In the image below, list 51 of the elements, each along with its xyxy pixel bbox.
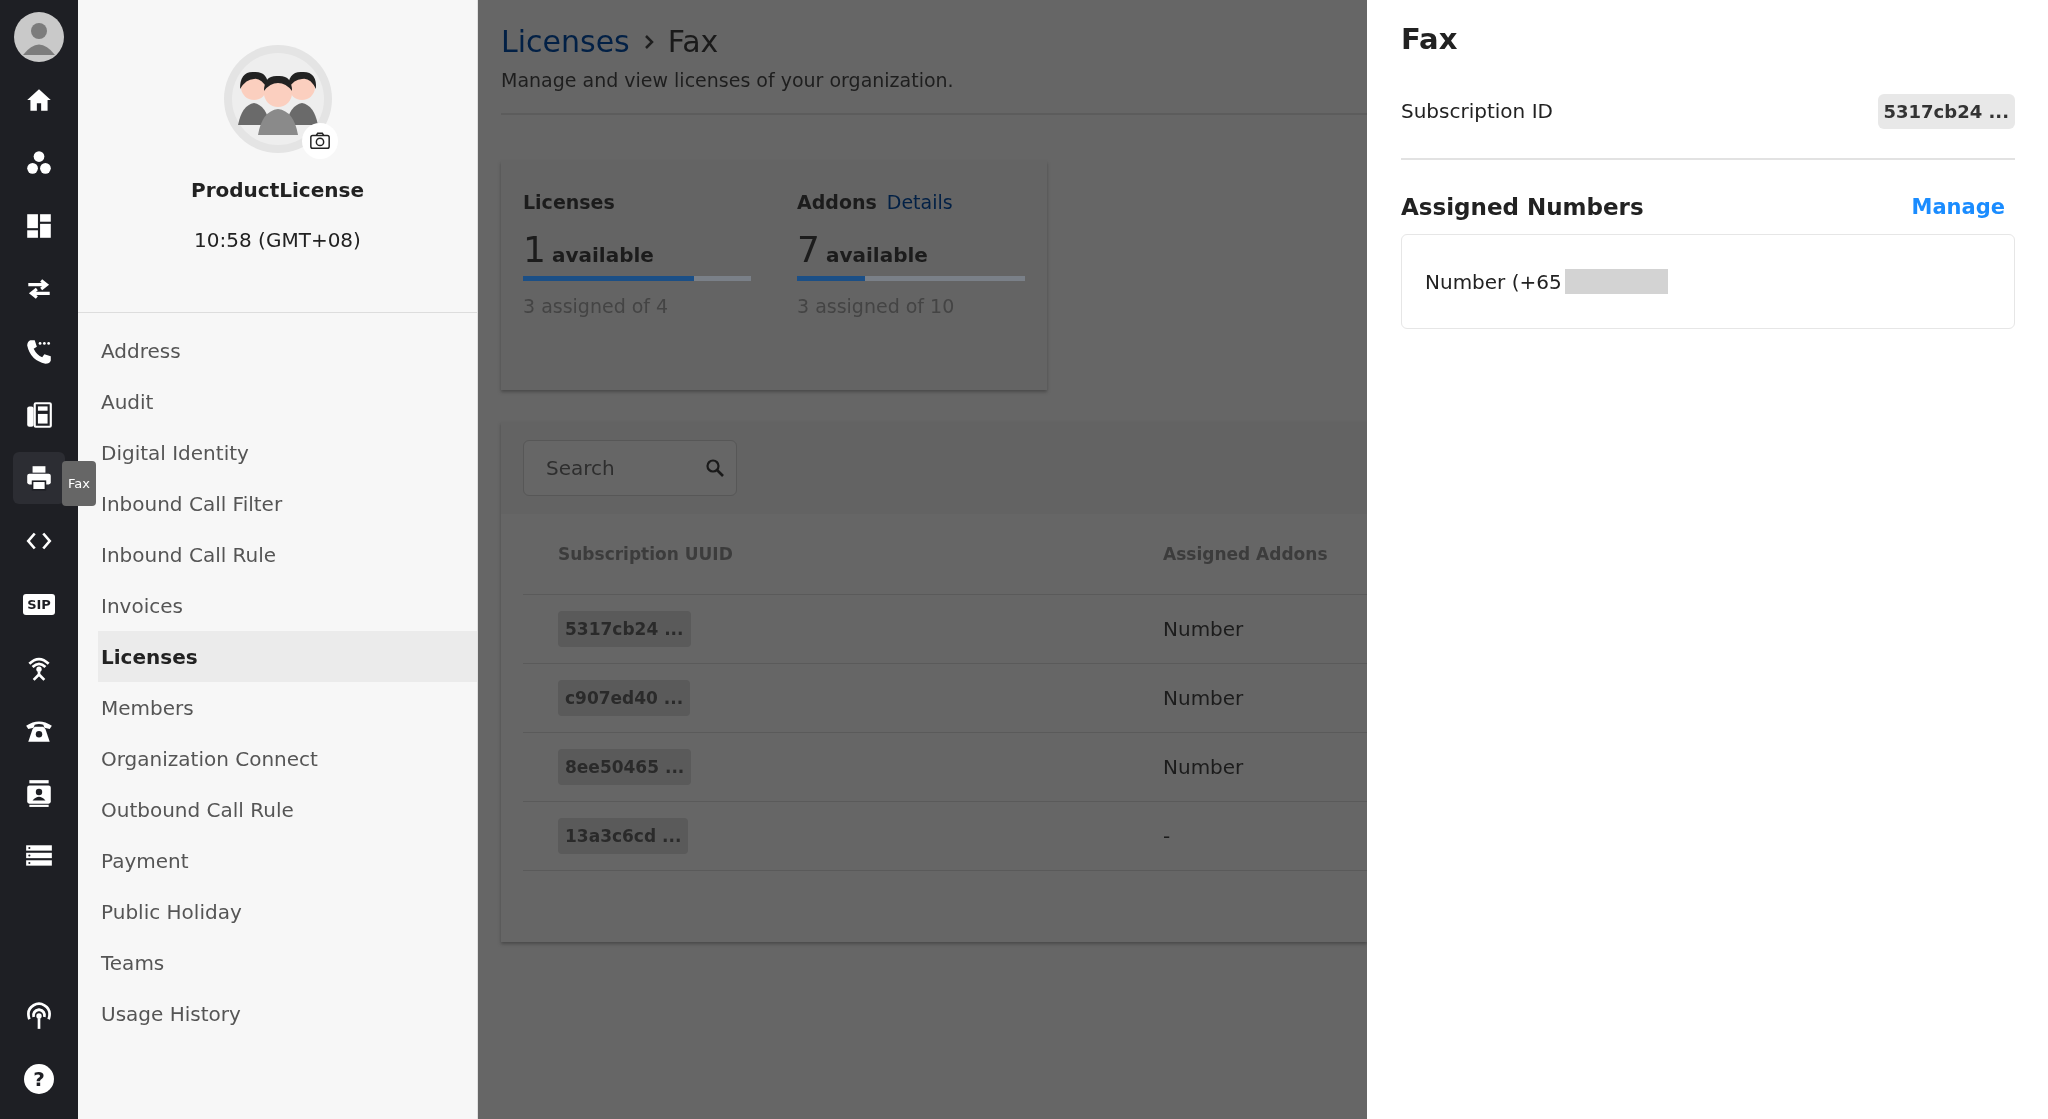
printer-icon [24, 463, 54, 493]
help-icon: ? [24, 1064, 54, 1094]
field-label: Subscription ID [1401, 99, 1553, 123]
stat-unit: available [825, 243, 928, 267]
stat-count: 7 [797, 229, 820, 270]
sidebar-item[interactable]: Address [98, 325, 477, 376]
table-cell: Number [1163, 755, 1244, 779]
table-cell: Number [1163, 686, 1244, 710]
phone-icon [24, 337, 54, 367]
sidebar-item[interactable]: Invoices [98, 580, 477, 631]
stat-unit: available [551, 243, 654, 267]
sidebar-item[interactable]: Organization Connect [98, 733, 477, 784]
page-subtitle: Manage and view licenses of your organization. [501, 69, 955, 91]
camera-button[interactable] [301, 123, 338, 159]
rail-button[interactable] [13, 452, 65, 504]
avatar-icon[interactable] [14, 12, 64, 62]
fax-machine-icon [24, 400, 54, 430]
sidebar-item[interactable]: Digital Identity [98, 427, 477, 478]
search-icon [705, 458, 725, 478]
contact-card-icon [24, 778, 54, 808]
rail-button[interactable]: ? [13, 1053, 65, 1105]
sidebar-item[interactable]: Public Holiday [98, 886, 477, 937]
group-avatar-icon [223, 45, 332, 153]
breadcrumb-current: Fax [667, 24, 719, 59]
sip-icon: SIP [23, 593, 55, 615]
local-time: 10:58 (GMT+08) [194, 228, 361, 252]
sidebar-item[interactable]: Inbound Call Rule [98, 529, 477, 580]
table-cell: - [1163, 824, 1171, 848]
sidebar-item[interactable]: Teams [98, 937, 477, 988]
sidebar-item[interactable]: Outbound Call Rule [98, 784, 477, 835]
sidebar-item[interactable]: Licenses [98, 631, 477, 682]
section-title: Assigned Numbers [1401, 194, 1644, 220]
panel-title: Fax [1401, 22, 1459, 56]
rail-button[interactable]: SIP [13, 578, 65, 630]
stat-title: Licenses [523, 191, 615, 213]
sidebar-item[interactable]: Audit [98, 376, 477, 427]
search-field[interactable]: Search [523, 440, 737, 496]
stat-title: Addons [797, 191, 877, 213]
sidebar-item[interactable]: Usage History [98, 988, 477, 1039]
subscription-id-chip: 5317cb24 ... [1877, 93, 2015, 129]
stat-count: 1 [523, 229, 546, 270]
sidebar-item[interactable]: Payment [98, 835, 477, 886]
dashboard-icon [24, 211, 54, 241]
camera-icon [308, 130, 331, 152]
sidebar-item[interactable]: Inbound Call Filter [98, 478, 477, 529]
organization-name: ProductLicense [191, 178, 364, 202]
tooltip: Fax [62, 461, 96, 506]
table-cell: Number [1163, 617, 1244, 641]
broadcast-icon [24, 1001, 54, 1031]
number-text: Number (+65 [1425, 269, 1562, 294]
sidebar-item[interactable]: Members [98, 682, 477, 733]
